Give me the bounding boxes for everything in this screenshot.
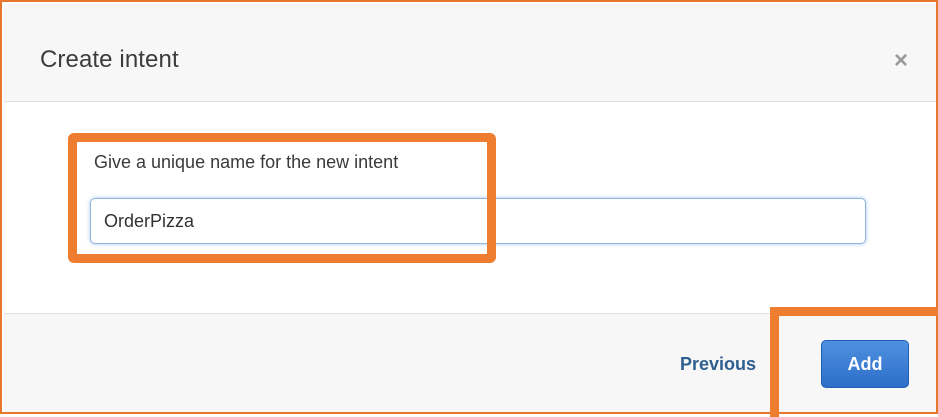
- create-intent-dialog: Create intent × Give a unique name for t…: [0, 0, 938, 414]
- intent-name-input[interactable]: [90, 198, 866, 244]
- dialog-header: Create intent ×: [4, 4, 936, 102]
- dialog-title: Create intent: [40, 46, 179, 73]
- intent-name-label: Give a unique name for the new intent: [94, 152, 399, 172]
- dialog-footer: Previous Add: [4, 313, 936, 412]
- previous-link[interactable]: Previous: [680, 354, 756, 375]
- close-icon[interactable]: ×: [888, 48, 914, 74]
- add-button[interactable]: Add: [821, 340, 909, 388]
- dialog-body: Give a unique name for the new intent: [4, 102, 936, 312]
